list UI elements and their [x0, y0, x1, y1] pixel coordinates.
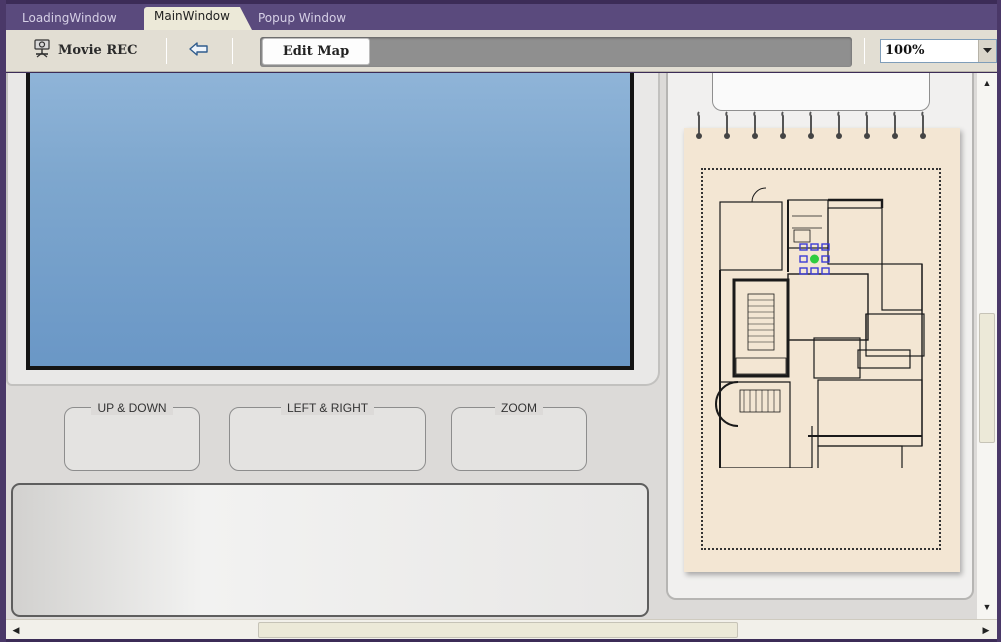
- tab-popup-window[interactable]: Popup Window: [248, 9, 356, 30]
- back-arrow-icon: [188, 41, 210, 62]
- edit-map-button[interactable]: Edit Map: [262, 38, 370, 65]
- horizontal-scrollbar[interactable]: ◀ ▶: [6, 619, 997, 639]
- left-right-label: LEFT & RIGHT: [280, 401, 375, 415]
- video-panel: [6, 73, 660, 386]
- tab-main-window[interactable]: MainWindow: [144, 7, 252, 30]
- map-panel: [666, 73, 974, 600]
- window-frame-right: [997, 0, 1001, 642]
- camera-icon: [32, 38, 54, 62]
- toolbar: Movie REC Edit Map 100%: [6, 30, 997, 72]
- tab-loading-window[interactable]: LoadingWindow: [12, 9, 127, 30]
- vertical-scrollbar[interactable]: ▲ ▼: [977, 73, 997, 619]
- ring-icon: [920, 111, 926, 139]
- scroll-right-icon[interactable]: ▶: [978, 622, 994, 638]
- zoom-control[interactable]: ZOOM: [451, 401, 587, 471]
- notebook-rings: [694, 110, 928, 140]
- toolbar-separator: [166, 38, 167, 64]
- zoom-select[interactable]: 100%: [880, 39, 997, 63]
- info-panel: [11, 483, 649, 617]
- up-down-label: UP & DOWN: [91, 401, 173, 415]
- horizontal-scroll-thumb[interactable]: [258, 622, 738, 638]
- back-button[interactable]: [186, 40, 212, 62]
- movie-rec-label: Movie REC: [58, 42, 138, 58]
- map-header-box: [712, 73, 930, 111]
- chevron-down-icon[interactable]: [978, 40, 996, 62]
- ring-icon: [696, 111, 702, 139]
- ring-icon: [780, 111, 786, 139]
- ring-icon: [808, 111, 814, 139]
- tab-bar: LoadingWindow MainWindow Popup Window: [6, 4, 997, 30]
- ring-icon: [724, 111, 730, 139]
- floor-plan[interactable]: [708, 168, 936, 468]
- camera-view[interactable]: [26, 73, 634, 370]
- toolbar-separator: [864, 38, 865, 64]
- ring-icon: [752, 111, 758, 139]
- scroll-down-icon[interactable]: ▼: [979, 599, 995, 615]
- notebook-map: [684, 111, 960, 572]
- up-down-control[interactable]: UP & DOWN: [64, 401, 200, 471]
- vertical-scroll-thumb[interactable]: [979, 313, 995, 443]
- ring-icon: [836, 111, 842, 139]
- ring-icon: [892, 111, 898, 139]
- ring-icon: [864, 111, 870, 139]
- zoom-value: 100%: [885, 43, 925, 58]
- scroll-left-icon[interactable]: ◀: [8, 622, 24, 638]
- zoom-label: ZOOM: [495, 401, 543, 415]
- movie-rec-button[interactable]: Movie REC: [32, 38, 137, 62]
- main-content: UP & DOWN LEFT & RIGHT ZOOM ▲ ▼: [6, 73, 997, 619]
- toolbar-separator: [232, 38, 233, 64]
- scroll-up-icon[interactable]: ▲: [979, 75, 995, 91]
- left-right-control[interactable]: LEFT & RIGHT: [229, 401, 426, 471]
